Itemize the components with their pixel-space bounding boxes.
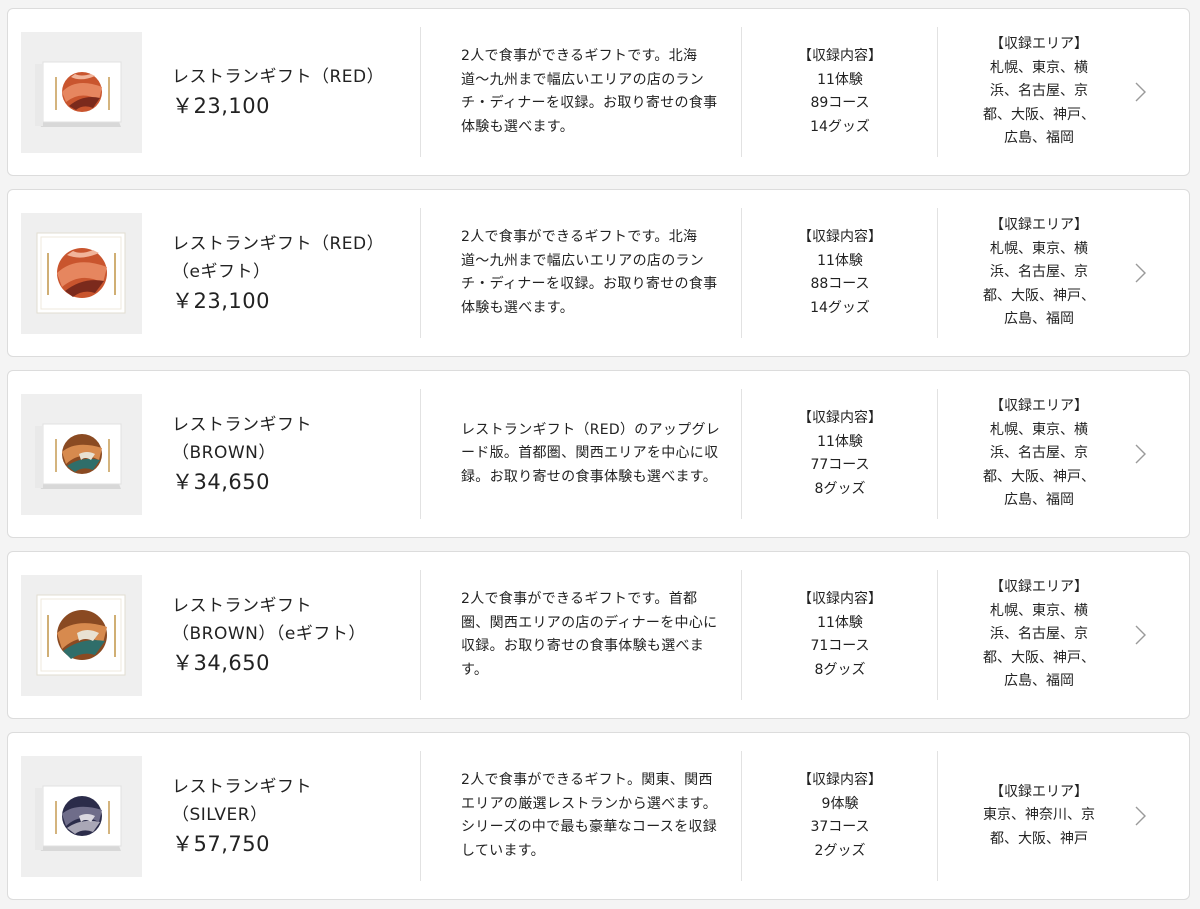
product-name-line2: （BROWN）（eギフト） (172, 624, 366, 644)
product-card-brown[interactable]: レストランギフト （BROWN） ￥34,650 レストランギフト（RED）のア… (7, 370, 1190, 538)
area-summary: 【収録エリア】 札幌、東京、横浜、名古屋、京都、大阪、神戸、広島、福岡 (938, 9, 1140, 175)
area-summary: 【収録エリア】 札幌、東京、横浜、名古屋、京都、大阪、神戸、広島、福岡 (938, 190, 1140, 356)
course-count: 71コース (810, 638, 870, 654)
experience-count: 11体験 (817, 71, 863, 88)
description-text: レストランギフト（RED）のアップグレード版。首都圏、関西エリアを中心に収録。お… (461, 421, 721, 485)
area-heading: 【収録エリア】 (990, 783, 1088, 800)
product-price: ￥34,650 (172, 470, 270, 494)
goods-count: 8グッズ (814, 480, 866, 497)
area-list: 札幌、東京、横浜、名古屋、京都、大阪、神戸、広島、福岡 (983, 59, 1095, 147)
description-text: 2人で食事ができるギフトです。北海道〜九州まで幅広いエリアの店のランチ・ディナー… (461, 48, 718, 135)
contents-heading: 【収録内容】 (798, 591, 882, 607)
red-plate-box-icon (21, 32, 142, 153)
area-summary: 【収録エリア】 東京、神奈川、京都、大阪、神戸 (938, 733, 1140, 899)
product-description: 2人で食事ができるギフト。関東、関西エリアの厳選レストランから選べます。シリーズ… (461, 733, 723, 899)
area-list: 札幌、東京、横浜、名古屋、京都、大阪、神戸、広島、福岡 (983, 421, 1095, 509)
divider (420, 570, 421, 700)
brown-plate-box-icon (21, 394, 142, 515)
description-text: 2人で食事ができるギフトです。首都圏、関西エリアの店のディナーを中心に収録。お取… (461, 591, 718, 678)
divider (420, 208, 421, 338)
product-price: ￥23,100 (172, 94, 270, 118)
product-card-red[interactable]: レストランギフト（RED） ￥23,100 2人で食事ができるギフトです。北海道… (7, 8, 1190, 176)
product-card-silver[interactable]: レストランギフト （SILVER） ￥57,750 2人で食事ができるギフト。関… (7, 732, 1190, 900)
area-heading: 【収録エリア】 (990, 398, 1088, 415)
contents-summary: 【収録内容】 11体験 71コース 8グッズ (742, 552, 938, 718)
contents-heading: 【収録内容】 (798, 48, 882, 64)
area-list: 札幌、東京、横浜、名古屋、京都、大阪、神戸、広島、福岡 (983, 240, 1095, 328)
product-title: レストランギフト（RED） （eギフト） ￥23,100 (172, 190, 412, 356)
product-description: 2人で食事ができるギフトです。北海道〜九州まで幅広いエリアの店のランチ・ディナー… (461, 190, 723, 356)
description-text: 2人で食事ができるギフトです。北海道〜九州まで幅広いエリアの店のランチ・ディナー… (461, 229, 718, 316)
area-heading: 【収録エリア】 (990, 579, 1088, 596)
description-text: 2人で食事ができるギフト。関東、関西エリアの厳選レストランから選べます。シリーズ… (461, 772, 717, 859)
product-title: レストランギフト （BROWN）（eギフト） ￥34,650 (172, 552, 412, 718)
goods-count: 2グッズ (814, 842, 866, 859)
area-summary: 【収録エリア】 札幌、東京、横浜、名古屋、京都、大阪、神戸、広島、福岡 (938, 371, 1140, 537)
silver-plate-box-icon (21, 756, 142, 877)
goods-count: 8グッズ (814, 661, 866, 678)
course-count: 77コース (810, 457, 870, 473)
divider (420, 389, 421, 519)
contents-summary: 【収録内容】 9体験 37コース 2グッズ (742, 733, 938, 899)
product-list: レストランギフト（RED） ￥23,100 2人で食事ができるギフトです。北海道… (0, 0, 1200, 909)
chevron-right-icon[interactable] (1133, 624, 1147, 646)
course-count: 37コース (810, 819, 870, 835)
goods-count: 14グッズ (810, 118, 870, 135)
product-name: レストランギフト（RED） (172, 234, 385, 254)
course-count: 88コース (810, 276, 870, 292)
brown-plate-card-icon (21, 575, 142, 696)
chevron-right-icon[interactable] (1133, 443, 1147, 465)
experience-count: 9体験 (821, 795, 859, 812)
contents-summary: 【収録内容】 11体験 77コース 8グッズ (742, 371, 938, 537)
area-heading: 【収録エリア】 (990, 217, 1088, 234)
area-list: 東京、神奈川、京都、大阪、神戸 (983, 807, 1095, 847)
product-title: レストランギフト （SILVER） ￥57,750 (172, 733, 412, 899)
area-summary: 【収録エリア】 札幌、東京、横浜、名古屋、京都、大阪、神戸、広島、福岡 (938, 552, 1140, 718)
contents-summary: 【収録内容】 11体験 89コース 14グッズ (742, 9, 938, 175)
area-heading: 【収録エリア】 (990, 36, 1088, 53)
experience-count: 11体験 (817, 252, 863, 269)
red-plate-card-icon (21, 213, 142, 334)
product-description: レストランギフト（RED）のアップグレード版。首都圏、関西エリアを中心に収録。お… (461, 371, 723, 537)
course-count: 89コース (810, 95, 870, 111)
product-card-brown-egift[interactable]: レストランギフト （BROWN）（eギフト） ￥34,650 2人で食事ができる… (7, 551, 1190, 719)
goods-count: 14グッズ (810, 299, 870, 316)
divider (420, 751, 421, 881)
product-card-red-egift[interactable]: レストランギフト（RED） （eギフト） ￥23,100 2人で食事ができるギフ… (7, 189, 1190, 357)
product-price: ￥57,750 (172, 832, 270, 856)
product-title: レストランギフト（RED） ￥23,100 (172, 9, 412, 175)
experience-count: 11体験 (817, 433, 863, 450)
product-name: レストランギフト (172, 415, 312, 435)
chevron-right-icon[interactable] (1133, 81, 1147, 103)
chevron-right-icon[interactable] (1133, 805, 1147, 827)
contents-heading: 【収録内容】 (798, 772, 882, 788)
product-name: レストランギフト (172, 777, 312, 797)
product-name: レストランギフト（RED） (172, 67, 385, 87)
product-name: レストランギフト (172, 596, 312, 616)
chevron-right-icon[interactable] (1133, 262, 1147, 284)
contents-heading: 【収録内容】 (798, 410, 882, 426)
product-name-line2: （BROWN） (172, 443, 276, 463)
area-list: 札幌、東京、横浜、名古屋、京都、大阪、神戸、広島、福岡 (983, 602, 1095, 690)
experience-count: 11体験 (817, 614, 863, 631)
product-title: レストランギフト （BROWN） ￥34,650 (172, 371, 412, 537)
contents-heading: 【収録内容】 (798, 229, 882, 245)
product-description: 2人で食事ができるギフトです。北海道〜九州まで幅広いエリアの店のランチ・ディナー… (461, 9, 723, 175)
divider (420, 27, 421, 157)
product-description: 2人で食事ができるギフトです。首都圏、関西エリアの店のディナーを中心に収録。お取… (461, 552, 723, 718)
contents-summary: 【収録内容】 11体験 88コース 14グッズ (742, 190, 938, 356)
product-price: ￥34,650 (172, 651, 270, 675)
product-name-line2: （SILVER） (172, 805, 268, 825)
product-name-line2: （eギフト） (172, 262, 271, 282)
product-price: ￥23,100 (172, 289, 270, 313)
